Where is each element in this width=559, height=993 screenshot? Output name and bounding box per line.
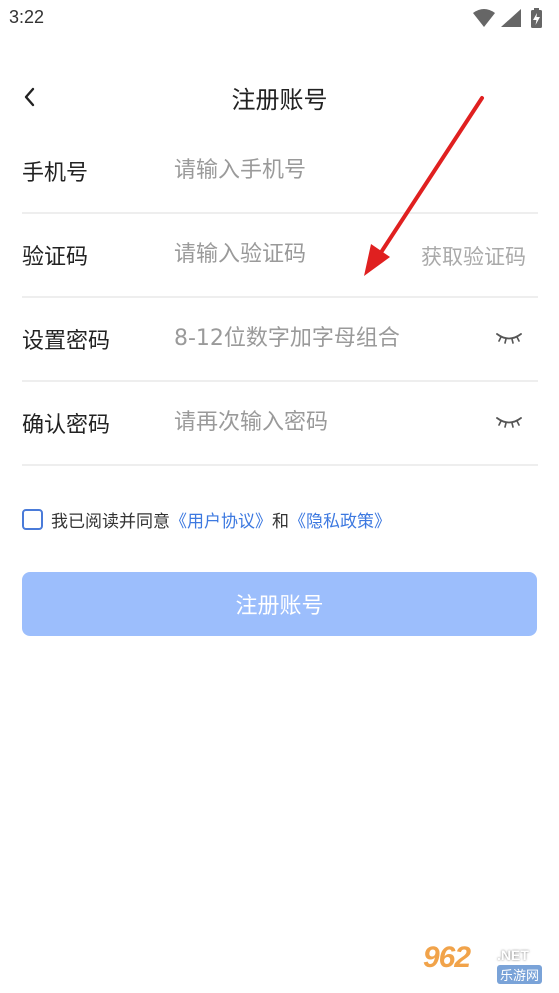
status-icons — [471, 7, 551, 31]
password-input[interactable] — [174, 318, 474, 358]
page-title: 注册账号 — [231, 86, 328, 114]
watermark-domain: .NET — [497, 947, 529, 963]
code-label: 验证码 — [22, 245, 89, 270]
battery-charging-icon — [531, 8, 542, 28]
phone-input[interactable] — [174, 150, 414, 190]
user-agreement-link[interactable]: 《用户协议》 — [170, 507, 272, 532]
top-bar: 注册账号 — [0, 74, 559, 124]
watermark-logo: 962 — [423, 941, 471, 974]
status-time: 3:22 — [9, 7, 45, 27]
eye-closed-icon — [496, 417, 522, 428]
agreement-conjunction: 和 — [272, 511, 289, 532]
watermark-site: 乐游网 — [497, 965, 543, 984]
status-bar: 3:22 — [0, 0, 559, 40]
phone-label: 手机号 — [22, 161, 89, 186]
wifi-icon — [473, 9, 495, 27]
password-label: 设置密码 — [22, 329, 111, 354]
site-watermark: 962 .NET 乐游网 — [423, 941, 553, 987]
eye-closed-icon — [496, 333, 522, 344]
password-visibility-toggle[interactable] — [494, 327, 524, 349]
agreement-checkbox[interactable] — [22, 508, 43, 530]
confirm-password-label: 确认密码 — [22, 413, 111, 438]
confirm-password-input[interactable] — [174, 402, 414, 442]
verification-code-input[interactable] — [174, 234, 414, 274]
confirm-password-row: 确认密码 — [22, 382, 538, 466]
phone-row: 手机号 — [22, 130, 538, 214]
signal-icon — [501, 9, 521, 27]
confirm-password-visibility-toggle[interactable] — [494, 411, 524, 433]
privacy-policy-link[interactable]: 《隐私政策》 — [289, 507, 391, 532]
register-button[interactable]: 注册账号 — [22, 572, 537, 636]
get-code-button[interactable]: 获取验证码 — [421, 241, 526, 271]
password-row: 设置密码 — [22, 298, 538, 382]
agreement-prefix: 我已阅读并同意 — [51, 511, 170, 532]
register-form: 手机号 验证码 获取验证码 设置密码 确认密码 — [22, 130, 538, 466]
agreement-row: 我已阅读并同意 《用户协议》 和 《隐私政策》 — [22, 505, 391, 533]
code-row: 验证码 获取验证码 — [22, 214, 538, 298]
